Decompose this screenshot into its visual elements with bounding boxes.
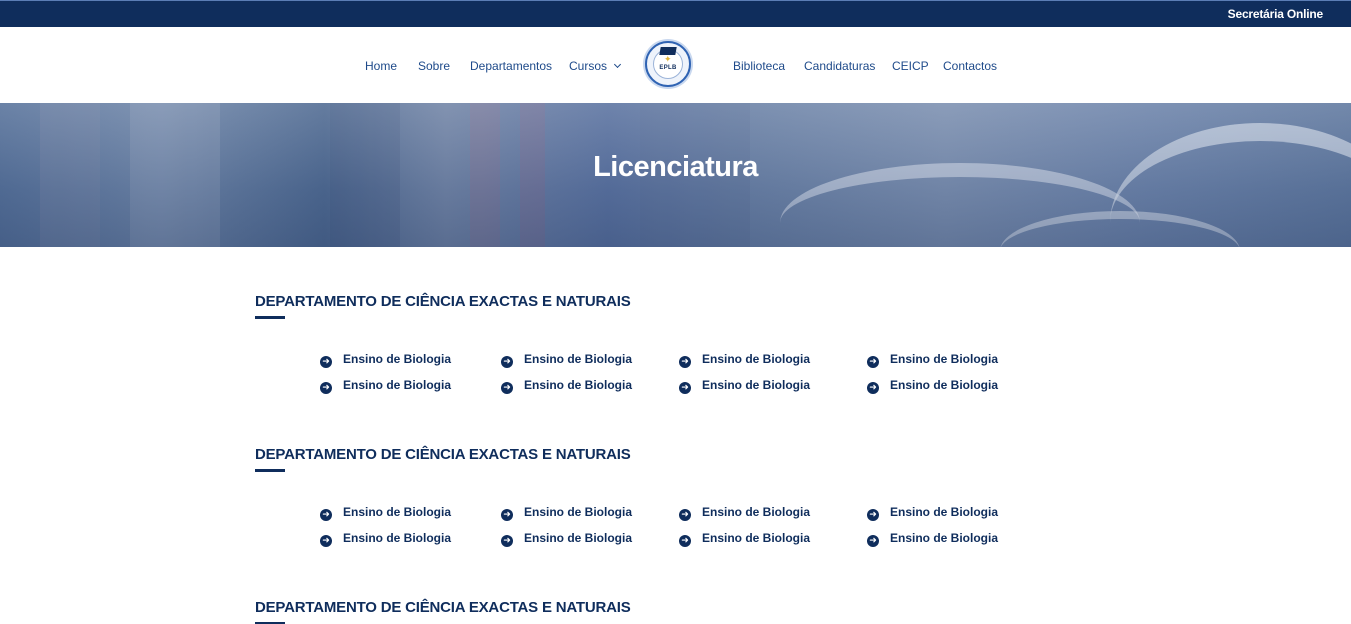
nav-candidaturas[interactable]: Candidaturas	[804, 59, 875, 73]
course-label: Ensino de Biologia	[702, 505, 811, 519]
arrow-circle-right-icon: ➜	[320, 509, 332, 521]
school-logo[interactable]: ✦ EPLB	[645, 41, 691, 87]
course-label: Ensino de Biologia	[524, 378, 633, 392]
arrow-circle-right-icon: ➜	[679, 509, 691, 521]
nav-sobre[interactable]: Sobre	[418, 59, 450, 73]
title-underline	[255, 469, 285, 472]
course-label: Ensino de Biologia	[702, 352, 811, 366]
department-section: DEPARTAMENTO DE CIÊNCIA EXACTAS E NATURA…	[255, 293, 1155, 319]
logo-text: EPLB	[659, 65, 677, 71]
course-link[interactable]: ➜ Ensino de Biologia	[501, 378, 632, 394]
course-link[interactable]: ➜ Ensino de Biologia	[679, 505, 810, 521]
department-section: DEPARTAMENTO DE CIÊNCIA EXACTAS E NATURA…	[255, 599, 1155, 624]
arrow-circle-right-icon: ➜	[679, 356, 691, 368]
title-underline	[255, 316, 285, 319]
department-title: DEPARTAMENTO DE CIÊNCIA EXACTAS E NATURA…	[255, 293, 631, 310]
arrow-circle-right-icon: ➜	[867, 509, 879, 521]
arrow-circle-right-icon: ➜	[501, 535, 513, 547]
course-label: Ensino de Biologia	[524, 505, 633, 519]
star-icon: ✦	[664, 54, 672, 64]
course-label: Ensino de Biologia	[524, 531, 633, 545]
arrow-circle-right-icon: ➜	[501, 509, 513, 521]
nav-departamentos[interactable]: Departamentos	[470, 59, 552, 73]
department-section: DEPARTAMENTO DE CIÊNCIA EXACTAS E NATURA…	[255, 446, 1155, 472]
course-link[interactable]: ➜ Ensino de Biologia	[320, 531, 451, 547]
course-link[interactable]: ➜ Ensino de Biologia	[501, 352, 632, 368]
course-link[interactable]: ➜ Ensino de Biologia	[867, 352, 998, 368]
chevron-down-icon	[613, 60, 622, 69]
secretaria-online-link[interactable]: Secretária Online	[1228, 7, 1324, 21]
arrow-circle-right-icon: ➜	[679, 535, 691, 547]
nav-cursos[interactable]: Cursos	[569, 59, 622, 73]
course-link[interactable]: ➜ Ensino de Biologia	[320, 352, 451, 368]
arrow-circle-right-icon: ➜	[501, 356, 513, 368]
course-label: Ensino de Biologia	[343, 352, 452, 366]
course-label: Ensino de Biologia	[890, 505, 999, 519]
course-link[interactable]: ➜ Ensino de Biologia	[320, 505, 451, 521]
course-link[interactable]: ➜ Ensino de Biologia	[867, 505, 998, 521]
course-label: Ensino de Biologia	[343, 531, 452, 545]
course-link[interactable]: ➜ Ensino de Biologia	[679, 352, 810, 368]
top-bar: Secretária Online	[0, 0, 1351, 27]
course-link[interactable]: ➜ Ensino de Biologia	[867, 531, 998, 547]
arrow-circle-right-icon: ➜	[320, 382, 332, 394]
hero-banner: Licenciatura	[0, 103, 1351, 247]
course-link[interactable]: ➜ Ensino de Biologia	[867, 378, 998, 394]
course-label: Ensino de Biologia	[890, 378, 999, 392]
course-link[interactable]: ➜ Ensino de Biologia	[320, 378, 451, 394]
department-title: DEPARTAMENTO DE CIÊNCIA EXACTAS E NATURA…	[255, 599, 631, 616]
course-label: Ensino de Biologia	[343, 505, 452, 519]
main-navbar: Home Sobre Departamentos Cursos ✦ EPLB B…	[0, 27, 1351, 103]
course-link[interactable]: ➜ Ensino de Biologia	[679, 531, 810, 547]
course-link[interactable]: ➜ Ensino de Biologia	[501, 505, 632, 521]
arrow-circle-right-icon: ➜	[320, 356, 332, 368]
course-label: Ensino de Biologia	[702, 531, 811, 545]
arrow-circle-right-icon: ➜	[867, 356, 879, 368]
nav-cursos-label: Cursos	[569, 59, 608, 73]
nav-ceicp[interactable]: CEICP	[892, 59, 929, 73]
course-label: Ensino de Biologia	[702, 378, 811, 392]
arrow-circle-right-icon: ➜	[867, 382, 879, 394]
nav-home[interactable]: Home	[365, 59, 397, 73]
course-label: Ensino de Biologia	[524, 352, 633, 366]
arrow-circle-right-icon: ➜	[501, 382, 513, 394]
arrow-circle-right-icon: ➜	[320, 535, 332, 547]
nav-biblioteca[interactable]: Biblioteca	[733, 59, 785, 73]
page-title: Licenciatura	[593, 151, 758, 183]
course-label: Ensino de Biologia	[890, 352, 999, 366]
arrow-circle-right-icon: ➜	[867, 535, 879, 547]
course-link[interactable]: ➜ Ensino de Biologia	[501, 531, 632, 547]
nav-contactos[interactable]: Contactos	[943, 59, 997, 73]
department-title: DEPARTAMENTO DE CIÊNCIA EXACTAS E NATURA…	[255, 446, 631, 463]
course-label: Ensino de Biologia	[343, 378, 452, 392]
arrow-circle-right-icon: ➜	[679, 382, 691, 394]
course-label: Ensino de Biologia	[890, 531, 999, 545]
course-link[interactable]: ➜ Ensino de Biologia	[679, 378, 810, 394]
